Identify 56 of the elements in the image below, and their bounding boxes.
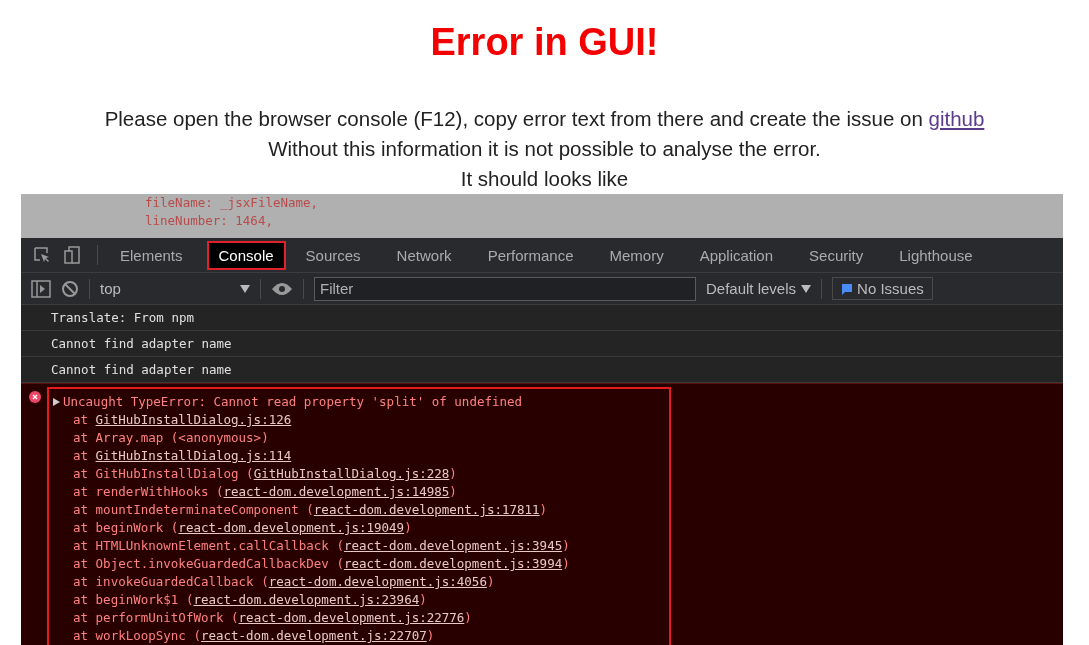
error-message: Uncaught TypeError: Cannot read property 'split' of undefined — [63, 393, 523, 411]
sidebar-toggle-icon[interactable] — [31, 279, 51, 298]
instruction-text: Please open the browser console (F12), copy error text from there and create the issue on github — [104, 106, 985, 132]
devtools-tab[interactable]: Memory — [597, 240, 676, 270]
source-link[interactable]: react-dom.development.js:3994 — [343, 556, 563, 571]
stack-frame: at performUnitOfWork (react-dom.development.js:22776) — [53, 609, 659, 627]
source-link[interactable]: react-dom.development.js:22707 — [200, 628, 427, 643]
code-line: fileName: _jsxFileName, — [145, 194, 320, 212]
stack-frame: at beginWork$1 (react-dom.development.js:23964) — [53, 591, 659, 609]
stack-frame: at mountIndeterminateComponent (react-dom.development.js:17811) — [53, 501, 659, 519]
expand-icon[interactable] — [53, 398, 60, 406]
eye-icon[interactable] — [271, 281, 293, 296]
devtools-tab[interactable]: Performance — [475, 240, 586, 270]
source-link[interactable]: react-dom.development.js:3945 — [343, 538, 563, 553]
devtools-tab[interactable]: Network — [384, 240, 464, 270]
source-link[interactable]: GitHubInstallDialog.js:126 — [95, 412, 292, 427]
caret-icon — [801, 284, 812, 293]
error-heading: Error in GUI! — [430, 20, 659, 65]
source-link[interactable]: GitHubInstallDialog.js:228 — [253, 466, 450, 481]
inspect-icon[interactable] — [33, 246, 51, 264]
stack-frame: at HTMLUnknownElement.callCallback (react-dom.development.js:3945) — [53, 537, 659, 555]
instruction-text: Without this information it is not possible to analyse the error. — [268, 136, 821, 162]
message-icon — [841, 282, 854, 295]
stack-frame: at workLoopSync (react-dom.development.js:22707) — [53, 627, 659, 645]
devtools-tab[interactable]: Sources — [293, 240, 373, 270]
source-link[interactable]: react-dom.development.js:19049 — [178, 520, 405, 535]
stack-frame: at GitHubInstallDialog.js:126 — [53, 411, 659, 429]
levels-dropdown[interactable]: Default levels — [706, 280, 812, 297]
stack-frame: at GitHubInstallDialog (GitHubInstallDialog.js:228) — [53, 465, 659, 483]
source-link[interactable]: react-dom.development.js:14985 — [223, 484, 450, 499]
clear-icon[interactable] — [61, 279, 79, 298]
devtools-tab[interactable]: Console — [206, 240, 286, 270]
stack-frame: at Array.map (<anonymous>) — [53, 429, 659, 447]
devtools-tab[interactable]: Security — [797, 240, 876, 270]
devtools-tab[interactable]: Lighthouse — [887, 240, 985, 270]
devtools-tab[interactable]: Application — [687, 240, 786, 270]
github-link[interactable]: github — [928, 107, 985, 130]
issues-button[interactable]: No Issues — [832, 277, 933, 300]
source-link[interactable]: react-dom.development.js:17811 — [313, 502, 540, 517]
stack-frame: at Object.invokeGuardedCallbackDev (react-dom.development.js:3994) — [53, 555, 659, 573]
stack-frame: at beginWork (react-dom.development.js:19049) — [53, 519, 659, 537]
filter-field[interactable]: Filter — [314, 276, 696, 301]
error-icon — [29, 391, 41, 403]
source-link[interactable]: react-dom.development.js:4056 — [268, 574, 487, 589]
stack-frame: at GitHubInstallDialog.js:114 — [53, 447, 659, 465]
source-link[interactable]: react-dom.development.js:22776 — [238, 610, 465, 625]
caret-icon — [240, 284, 250, 293]
code-line: lineNumber: 1464, — [145, 212, 274, 230]
source-link[interactable]: GitHubInstallDialog.js:114 — [95, 448, 292, 463]
device-icon[interactable] — [63, 246, 81, 264]
instruction-text: It should looks like — [460, 166, 629, 192]
stack-frame: at renderWithHooks (react-dom.development.js:14985) — [53, 483, 659, 501]
context-dropdown[interactable]: top — [100, 280, 250, 297]
devtools-tab[interactable]: Elements — [108, 240, 195, 270]
source-link[interactable]: react-dom.development.js:23964 — [193, 592, 420, 607]
stack-frame: at invokeGuardedCallback (react-dom.development.js:4056) — [53, 573, 659, 591]
